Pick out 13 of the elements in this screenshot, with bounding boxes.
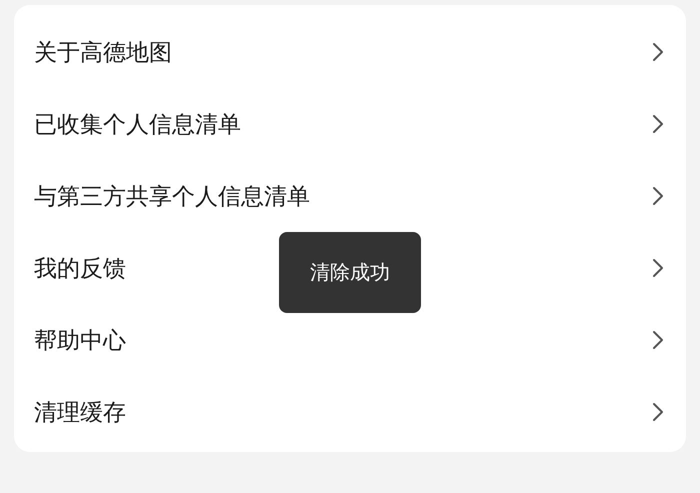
menu-item[interactable]: 帮助中心 — [34, 324, 126, 356]
menu-item[interactable]: 我的反馈 — [34, 252, 126, 284]
chevron-right-icon — [652, 42, 664, 62]
menu-item[interactable]: 关于高德地图 — [34, 36, 172, 68]
chevron-right-icon — [652, 402, 664, 422]
menu-item[interactable]: 已收集个人信息清单 — [34, 108, 241, 140]
chevron-right-icon — [652, 258, 664, 278]
toast-message: 清除成功 — [310, 259, 390, 286]
menu-item[interactable]: 与第三方共享个人信息清单 — [34, 180, 310, 212]
chevron-right-icon — [652, 330, 664, 350]
chevron-right-icon — [652, 186, 664, 206]
menu-item[interactable]: 清理缓存 — [34, 396, 126, 428]
chevron-right-icon — [652, 114, 664, 134]
